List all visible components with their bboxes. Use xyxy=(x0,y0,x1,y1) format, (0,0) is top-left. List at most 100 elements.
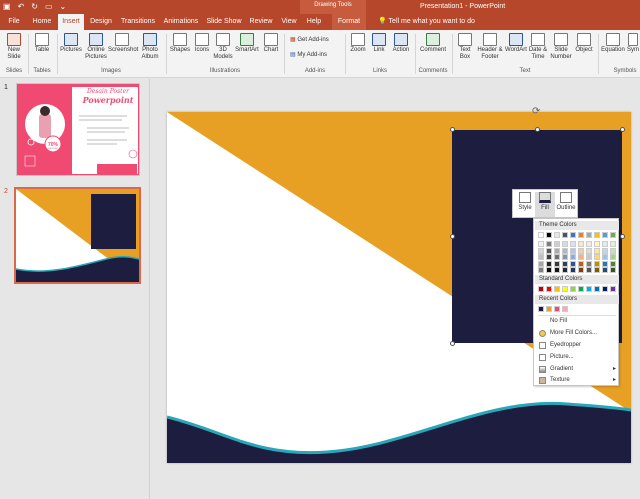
theme-shade-swatch[interactable] xyxy=(578,267,584,273)
resize-handle-top[interactable] xyxy=(535,127,540,132)
standard-color-swatch[interactable] xyxy=(562,286,568,292)
tab-animations[interactable]: Animations xyxy=(161,14,201,30)
theme-shade-swatch[interactable] xyxy=(538,267,544,273)
theme-color-swatch[interactable] xyxy=(538,232,544,238)
tell-me-box[interactable]: 💡 Tell me what you want to do xyxy=(378,14,475,30)
theme-shade-swatch[interactable] xyxy=(570,247,576,254)
chart-button[interactable]: Chart xyxy=(261,33,281,54)
theme-shade-swatch[interactable] xyxy=(554,247,560,254)
theme-shade-swatch[interactable] xyxy=(570,254,576,260)
table-button[interactable]: Table xyxy=(30,33,54,54)
resize-handle-top-right[interactable] xyxy=(620,127,625,132)
theme-shade-swatch[interactable] xyxy=(538,247,544,254)
zoom-button[interactable]: Zoom xyxy=(348,33,368,54)
theme-shade-swatch[interactable] xyxy=(554,241,560,247)
theme-shade-swatch[interactable] xyxy=(602,254,608,260)
gradient-item[interactable]: Gradient ▸ xyxy=(535,364,619,375)
theme-shade-swatch[interactable] xyxy=(594,241,600,247)
smartart-button[interactable]: SmartArt xyxy=(234,33,260,54)
recent-color-swatch[interactable] xyxy=(546,306,552,312)
theme-color-swatch[interactable] xyxy=(594,232,600,238)
theme-shade-swatch[interactable] xyxy=(554,254,560,260)
theme-shade-swatch[interactable] xyxy=(610,247,616,254)
theme-color-swatch[interactable] xyxy=(602,232,608,238)
slide-number-button[interactable]: Slide Number xyxy=(549,33,573,61)
theme-shade-swatch[interactable] xyxy=(546,254,552,260)
theme-shade-swatch[interactable] xyxy=(586,254,592,260)
tab-file[interactable]: File xyxy=(4,14,24,30)
theme-shade-swatch[interactable] xyxy=(586,267,592,273)
theme-shade-swatch[interactable] xyxy=(602,260,608,267)
tab-format[interactable]: Format xyxy=(332,14,366,30)
tab-slide-show[interactable]: Slide Show xyxy=(204,14,244,30)
theme-color-swatch[interactable] xyxy=(570,232,576,238)
rotate-handle-icon[interactable]: ⟳ xyxy=(532,106,540,117)
header-footer-button[interactable]: Header & Footer xyxy=(476,33,504,61)
theme-shade-swatch[interactable] xyxy=(562,260,568,267)
link-button[interactable]: Link xyxy=(369,33,389,54)
standard-color-swatch[interactable] xyxy=(546,286,552,292)
theme-shade-swatch[interactable] xyxy=(538,254,544,260)
theme-shade-swatch[interactable] xyxy=(610,241,616,247)
screenshot-button[interactable]: Screenshot xyxy=(108,33,138,54)
theme-shade-swatch[interactable] xyxy=(610,267,616,273)
recent-color-swatch[interactable] xyxy=(554,306,560,312)
theme-shade-swatch[interactable] xyxy=(538,260,544,267)
fill-button[interactable]: Fill xyxy=(535,192,555,217)
comment-button[interactable]: Comment xyxy=(418,33,448,54)
texture-item[interactable]: Texture ▸ xyxy=(535,375,619,386)
picture-item[interactable]: Picture... xyxy=(535,352,619,363)
theme-shade-swatch[interactable] xyxy=(562,267,568,273)
theme-shade-swatch[interactable] xyxy=(602,247,608,254)
customize-qat-icon[interactable]: ⌄ xyxy=(60,2,67,11)
theme-shade-swatch[interactable] xyxy=(562,254,568,260)
tab-home[interactable]: Home xyxy=(29,14,55,30)
pictures-button[interactable]: Pictures xyxy=(59,33,83,54)
get-addins-button[interactable]: ▦ Get Add-ins xyxy=(290,36,329,43)
tab-transitions[interactable]: Transitions xyxy=(118,14,158,30)
tab-help[interactable]: Help xyxy=(303,14,325,30)
tab-design[interactable]: Design xyxy=(87,14,115,30)
theme-shade-swatch[interactable] xyxy=(570,241,576,247)
standard-color-swatch[interactable] xyxy=(538,286,544,292)
standard-color-swatch[interactable] xyxy=(578,286,584,292)
undo-icon[interactable]: ↶ xyxy=(18,2,25,11)
theme-color-swatch[interactable] xyxy=(546,232,552,238)
theme-shade-swatch[interactable] xyxy=(610,260,616,267)
online-pictures-button[interactable]: Online Pictures xyxy=(84,33,108,61)
eyedropper-item[interactable]: Eyedropper xyxy=(535,340,619,351)
text-box-button[interactable]: Text Box xyxy=(455,33,475,61)
symbol-button[interactable]: Sym xyxy=(626,33,640,54)
resize-handle-right[interactable] xyxy=(620,234,625,239)
resize-handle-bottom-left[interactable] xyxy=(450,341,455,346)
theme-shade-swatch[interactable] xyxy=(578,241,584,247)
theme-shade-swatch[interactable] xyxy=(578,254,584,260)
my-addins-button[interactable]: ▤ My Add-ins xyxy=(290,51,327,58)
photo-album-button[interactable]: Photo Album xyxy=(137,33,163,61)
style-button[interactable]: Style xyxy=(515,192,535,211)
icons-button[interactable]: Icons xyxy=(192,33,212,54)
redo-icon[interactable]: ↻ xyxy=(31,2,38,11)
3d-models-button[interactable]: 3D Models xyxy=(213,33,233,61)
theme-shade-swatch[interactable] xyxy=(610,254,616,260)
standard-color-swatch[interactable] xyxy=(610,286,616,292)
tab-insert[interactable]: Insert xyxy=(58,14,84,30)
resize-handle-top-left[interactable] xyxy=(450,127,455,132)
slide-thumbnail-1[interactable]: Desain Poster Powerpoint 70% DISCOUNT xyxy=(16,83,140,176)
theme-shade-swatch[interactable] xyxy=(594,247,600,254)
theme-color-swatch[interactable] xyxy=(562,232,568,238)
theme-color-swatch[interactable] xyxy=(586,232,592,238)
new-slide-button[interactable]: New Slide xyxy=(2,33,26,61)
start-from-beginning-icon[interactable]: ▭ xyxy=(45,2,53,11)
theme-shade-swatch[interactable] xyxy=(546,260,552,267)
theme-shade-swatch[interactable] xyxy=(570,260,576,267)
theme-shade-swatch[interactable] xyxy=(586,247,592,254)
theme-shade-swatch[interactable] xyxy=(554,260,560,267)
theme-shade-swatch[interactable] xyxy=(602,241,608,247)
theme-shade-swatch[interactable] xyxy=(594,267,600,273)
theme-shade-swatch[interactable] xyxy=(602,267,608,273)
theme-shade-swatch[interactable] xyxy=(570,267,576,273)
date-time-button[interactable]: Date & Time xyxy=(528,33,548,61)
standard-color-swatch[interactable] xyxy=(554,286,560,292)
standard-color-swatch[interactable] xyxy=(594,286,600,292)
